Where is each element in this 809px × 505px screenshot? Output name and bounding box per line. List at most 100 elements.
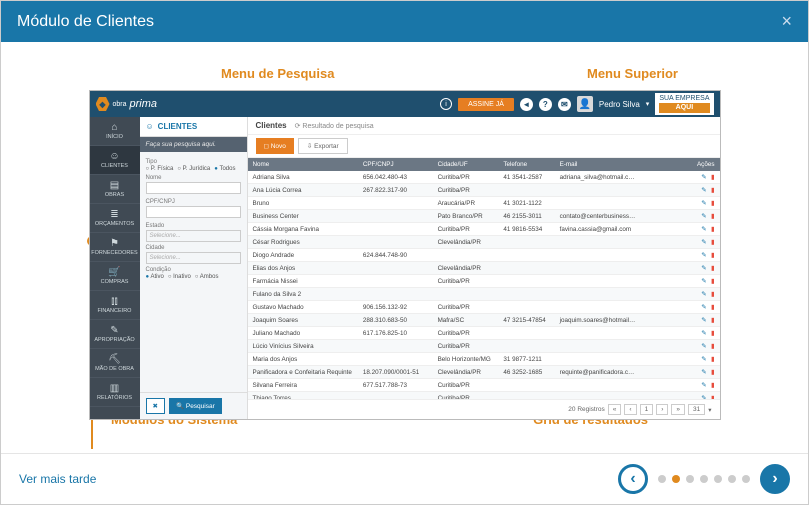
radio-option[interactable]: Ambos [195,274,219,280]
edit-icon[interactable]: ✎ [700,382,707,389]
tour-dot[interactable] [742,475,750,483]
close-icon[interactable]: × [781,11,792,32]
condicao-radios[interactable]: Ativo Inativo Ambos [146,274,241,280]
subscribe-button[interactable]: ASSINE JÁ [458,98,514,111]
delete-icon[interactable]: ▮ [708,278,715,285]
edit-icon[interactable]: ✎ [700,304,707,311]
radio-option[interactable]: Todos [214,166,235,172]
search-button[interactable]: 🔍 Pesquisar [169,398,222,414]
delete-icon[interactable]: ▮ [708,252,715,259]
delete-icon[interactable]: ▮ [708,239,715,246]
delete-icon[interactable]: ▮ [708,174,715,181]
delete-icon[interactable]: ▮ [708,265,715,272]
edit-icon[interactable]: ✎ [700,200,707,207]
delete-icon[interactable]: ▮ [708,226,715,233]
delete-icon[interactable]: ▮ [708,200,715,207]
radio-option[interactable]: Inativo [168,274,191,280]
table-row[interactable]: Elias dos AnjosClevelândia/PR✎▮ [248,262,720,275]
pager-prev[interactable]: ‹ [624,404,636,415]
radio-option[interactable]: Ativo [146,274,164,280]
tipo-radios[interactable]: P. FísicaP. JurídicaTodos [146,166,241,172]
cidade-select[interactable]: Selecione... [146,252,241,264]
edit-icon[interactable]: ✎ [700,187,707,194]
edit-icon[interactable]: ✎ [700,343,707,350]
column-header-cpf[interactable]: CPF/CNPJ [358,158,433,171]
sidebar-item-apropriação[interactable]: ✎APROPRIAÇÃO [90,320,140,349]
sidebar-item-financeiro[interactable]: ⫾⫾FINANCEIRO [90,291,140,320]
table-row[interactable]: Diogo Andrade624.844.748-90✎▮ [248,249,720,262]
chevron-down-icon[interactable]: ▾ [708,406,711,414]
see-later-link[interactable]: Ver mais tarde [19,472,96,486]
delete-icon[interactable]: ▮ [708,330,715,337]
radio-option[interactable]: P. Física [146,166,174,172]
tour-prev-button[interactable]: ‹ [618,464,648,494]
delete-icon[interactable]: ▮ [708,291,715,298]
delete-icon[interactable]: ▮ [708,382,715,389]
sidebar-item-fornecedores[interactable]: ⚑FORNECEDORES [90,233,140,262]
new-button[interactable]: ◻ Novo [256,138,294,154]
edit-icon[interactable]: ✎ [700,356,707,363]
page-size[interactable]: 31 [688,404,705,415]
tour-dot[interactable] [728,475,736,483]
table-row[interactable]: Panificadora e Confeitaria Requinte18.20… [248,366,720,379]
table-row[interactable]: Business CenterPato Branco/PR46 2155-301… [248,210,720,223]
notifications-icon[interactable]: ✉ [558,98,571,111]
column-header-nome[interactable]: Nome [248,158,358,171]
cpf-input[interactable] [146,206,241,218]
search-input[interactable]: Faça sua pesquisa aqui. [140,137,247,152]
table-row[interactable]: César RodriguesClevelândia/PR✎▮ [248,236,720,249]
table-row[interactable]: Lúcio Vinícius SilveiraCuritiba/PR✎▮ [248,340,720,353]
nav-back-icon[interactable]: ◄ [520,98,533,111]
column-header-telefone[interactable]: Telefone [498,158,554,171]
estado-select[interactable]: Selecione... [146,230,241,242]
edit-icon[interactable]: ✎ [700,239,707,246]
delete-icon[interactable]: ▮ [708,304,715,311]
pager-last[interactable]: » [671,404,685,415]
edit-icon[interactable]: ✎ [700,330,707,337]
edit-icon[interactable]: ✎ [700,317,707,324]
table-row[interactable]: BrunoAraucária/PR41 3021-1122✎▮ [248,197,720,210]
table-row[interactable]: Silvana Ferreira677.517.788-73Curitiba/P… [248,379,720,392]
table-row[interactable]: Adriana Silva656.042.480-43Curitiba/PR41… [248,171,720,184]
sidebar-item-mão de obra[interactable]: ⛏MÃO DE OBRA [90,349,140,378]
tour-next-button[interactable]: › [760,464,790,494]
tour-dot[interactable] [700,475,708,483]
sidebar-item-obras[interactable]: ▤OBRAS [90,175,140,204]
table-row[interactable]: Maria dos AnjosBelo Horizonte/MG31 9877-… [248,353,720,366]
delete-icon[interactable]: ▮ [708,356,715,363]
edit-icon[interactable]: ✎ [700,174,707,181]
tour-dot[interactable] [686,475,694,483]
tour-dot[interactable] [714,475,722,483]
column-header-cidade[interactable]: Cidade/UF [433,158,499,171]
pager-first[interactable]: « [608,404,622,415]
column-header-email[interactable]: E-mail [555,158,666,171]
delete-icon[interactable]: ▮ [708,317,715,324]
edit-icon[interactable]: ✎ [700,291,707,298]
refresh-icon[interactable]: ⟳ [295,123,301,130]
table-row[interactable]: Gustavo Machado906.156.132-92Curitiba/PR… [248,301,720,314]
delete-icon[interactable]: ▮ [708,187,715,194]
column-header-acoes[interactable]: Ações [665,158,719,171]
table-row[interactable]: Cássia Morgana FavinaCuritiba/PR41 9816-… [248,223,720,236]
user-name[interactable]: Pedro Silva [599,100,640,109]
logo[interactable]: ◆ obraprima [96,97,158,111]
results-grid[interactable]: NomeCPF/CNPJCidade/UFTelefoneE-mailAções… [248,158,720,399]
sidebar-item-compras[interactable]: 🛒COMPRAS [90,262,140,291]
edit-icon[interactable]: ✎ [700,226,707,233]
company-badge[interactable]: SUA EMPRESA AQUI [655,93,713,115]
tour-dot[interactable] [672,475,680,483]
table-row[interactable]: Farmácia NisseiCuritiba/PR✎▮ [248,275,720,288]
sidebar-item-orçamentos[interactable]: ≣ORÇAMENTOS [90,204,140,233]
delete-icon[interactable]: ▮ [708,369,715,376]
sidebar-item-início[interactable]: ⌂INÍCIO [90,117,140,146]
table-row[interactable]: Fulano da Silva 2✎▮ [248,288,720,301]
table-row[interactable]: Joaquim Soares288.310.683-50Mafra/SC47 3… [248,314,720,327]
tour-dot[interactable] [658,475,666,483]
table-row[interactable]: Ana Lúcia Correa267.822.317-90Curitiba/P… [248,184,720,197]
chevron-down-icon[interactable]: ▾ [646,100,650,108]
table-row[interactable]: Thiago TorresCuritiba/PR✎▮ [248,392,720,400]
export-button[interactable]: ⇩ Exportar [298,138,348,154]
avatar[interactable]: 👤 [577,96,593,112]
nome-input[interactable] [146,182,241,194]
info-icon[interactable]: i [440,98,452,110]
